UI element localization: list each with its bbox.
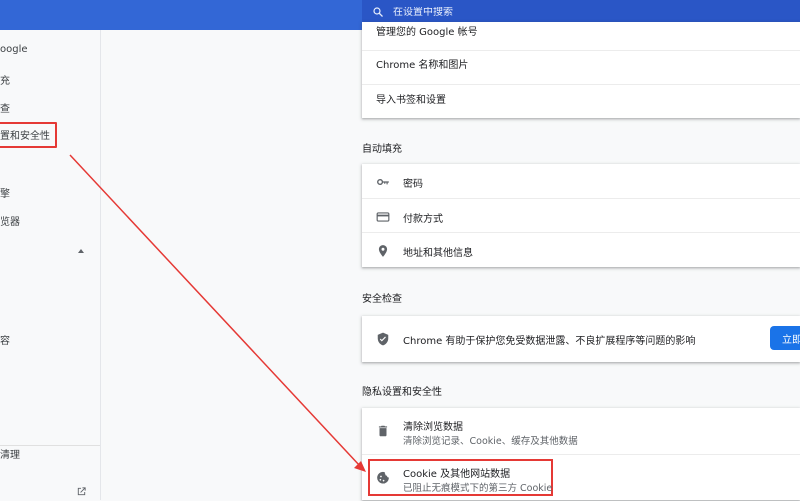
row-sublabel: 清除浏览记录、Cookie、缓存及其他数据	[403, 436, 578, 447]
sidebar-item-search-engine[interactable]: 擎	[0, 185, 10, 200]
row-payment-methods[interactable]: 付款方式	[362, 198, 800, 233]
row-label: Chrome 名称和图片	[376, 60, 469, 71]
row-safety-check: Chrome 有助于保护您免受数据泄露、不良扩展程序等问题的影响 立即	[362, 316, 800, 362]
autofill-card: 密码 付款方式 地址和其他信息	[362, 164, 800, 267]
sidebar-item-accessibility[interactable]: 容	[0, 332, 10, 347]
row-label: 清除浏览数据	[403, 422, 463, 433]
row-clear-browsing-data[interactable]: 清除浏览数据 清除浏览记录、Cookie、缓存及其他数据	[362, 408, 800, 454]
sidebar-item-you-and-google[interactable]: oogle	[0, 44, 28, 55]
you-google-card: 管理您的 Google 帐号 Chrome 名称和图片 导入书签和设置	[362, 22, 800, 118]
safety-check-section-title: 安全检查	[362, 294, 402, 305]
trash-icon	[378, 425, 388, 437]
credit-card-icon	[376, 212, 390, 222]
search-bar[interactable]	[362, 0, 800, 24]
safety-check-text: Chrome 有助于保护您免受数据泄露、不良扩展程序等问题的影响	[403, 336, 696, 347]
row-manage-account[interactable]: 管理您的 Google 帐号	[362, 22, 800, 50]
search-input[interactable]	[393, 6, 773, 18]
row-label: 导入书签和设置	[376, 95, 446, 106]
row-chrome-name-picture[interactable]: Chrome 名称和图片	[362, 50, 800, 85]
location-pin-icon	[378, 245, 388, 257]
check-now-button[interactable]: 立即	[770, 326, 800, 350]
privacy-section-title: 隐私设置和安全性	[362, 387, 442, 398]
cookie-icon	[377, 471, 389, 484]
search-icon	[373, 7, 383, 17]
row-cookies[interactable]: Cookie 及其他网站数据 已阻止无痕模式下的第三方 Cookie	[362, 454, 800, 501]
collapse-arrow-icon[interactable]	[78, 249, 84, 253]
sidebar-item-cleanup[interactable]: 清理	[0, 446, 20, 461]
sidebar-item-autofill[interactable]: 充	[0, 72, 10, 87]
row-sublabel: 已阻止无痕模式下的第三方 Cookie	[403, 483, 553, 494]
row-label: 管理您的 Google 帐号	[376, 27, 478, 38]
row-import-bookmarks[interactable]: 导入书签和设置	[362, 84, 800, 119]
key-icon	[377, 178, 389, 186]
external-link-icon[interactable]	[76, 486, 87, 497]
row-passwords[interactable]: 密码	[362, 164, 800, 198]
sidebar	[0, 30, 101, 500]
row-label: 付款方式	[403, 214, 443, 225]
row-label: 密码	[403, 179, 423, 190]
row-addresses[interactable]: 地址和其他信息	[362, 232, 800, 268]
sidebar-item-privacy-security[interactable]: 置和安全性	[0, 122, 57, 148]
autofill-section-title: 自动填充	[362, 144, 402, 155]
shield-check-icon	[377, 332, 389, 346]
row-label: 地址和其他信息	[403, 248, 473, 259]
privacy-card: 清除浏览数据 清除浏览记录、Cookie、缓存及其他数据 Cookie 及其他网…	[362, 408, 800, 500]
sidebar-item-safety-check[interactable]: 查	[0, 100, 10, 115]
row-label: Cookie 及其他网站数据	[403, 469, 511, 480]
safety-check-card: Chrome 有助于保护您免受数据泄露、不良扩展程序等问题的影响 立即	[362, 316, 800, 362]
sidebar-item-default-browser[interactable]: 览器	[0, 213, 20, 228]
